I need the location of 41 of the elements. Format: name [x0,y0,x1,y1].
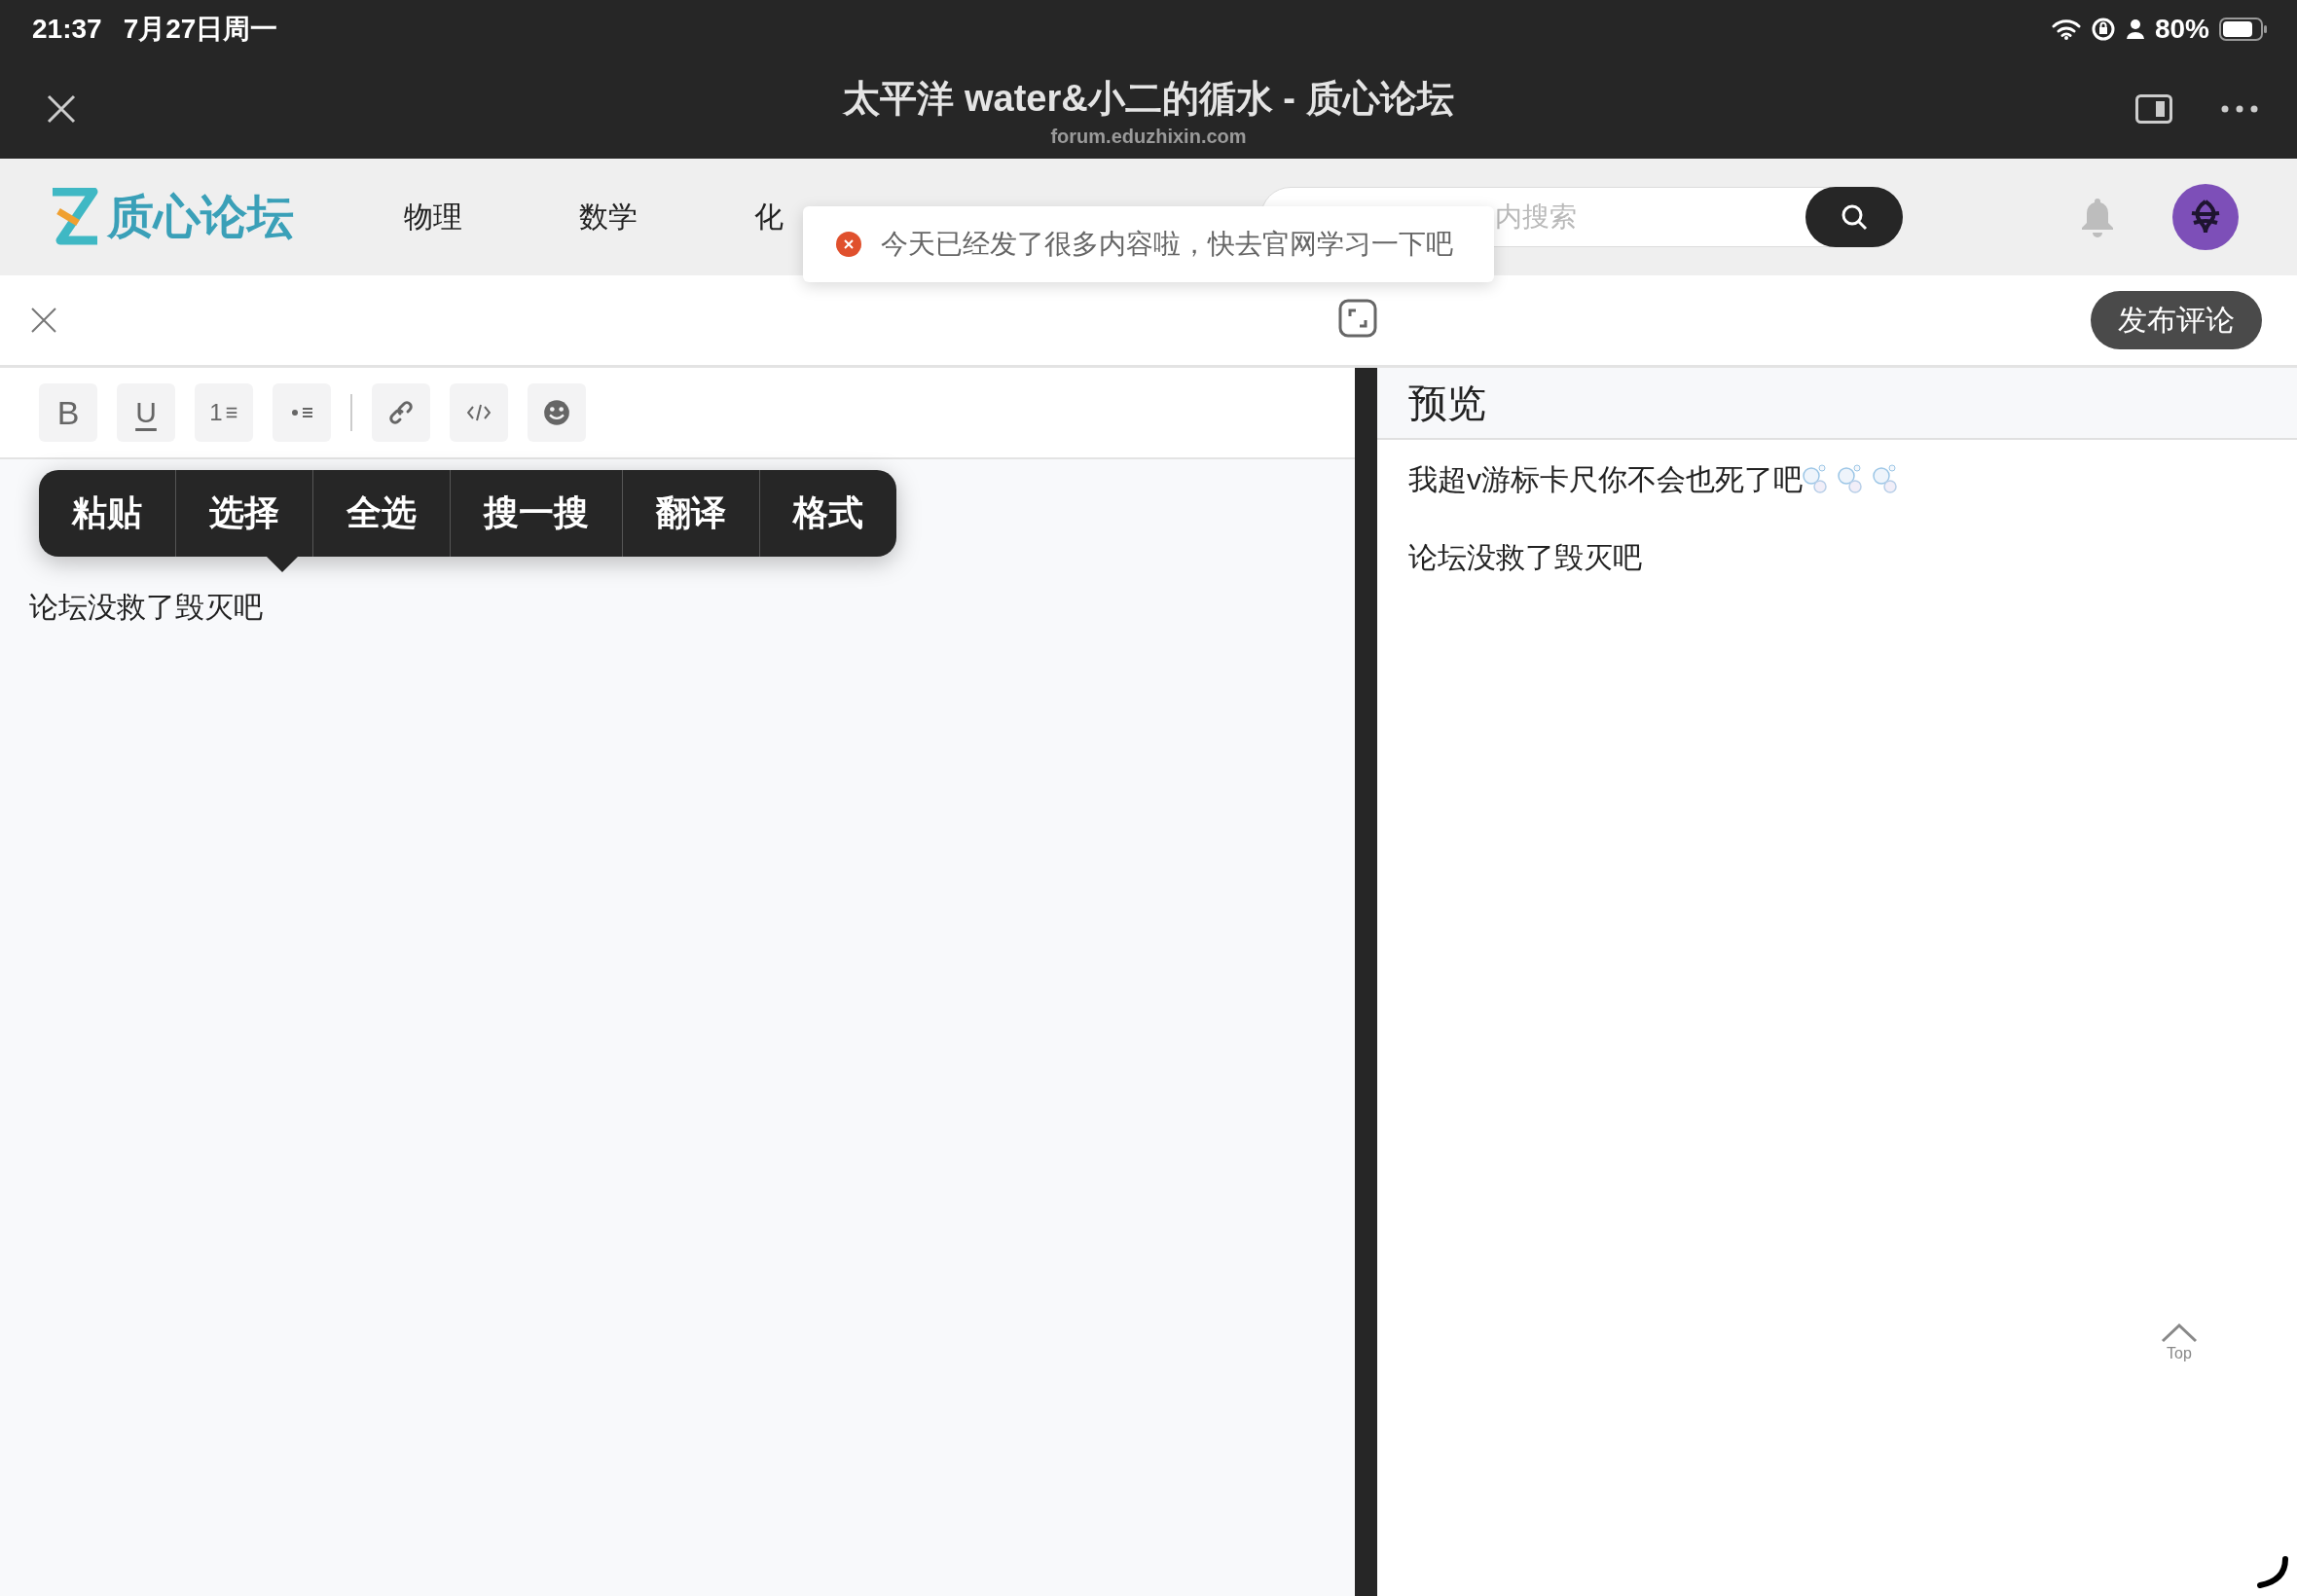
status-time: 21:37 [32,14,102,45]
context-menu-item[interactable]: 格式 [759,470,896,557]
link-button[interactable] [372,383,430,442]
wifi-icon [2051,18,2081,40]
back-to-top-button[interactable]: Top [2161,1324,2198,1362]
emoji-button[interactable] [528,383,586,442]
nav-link[interactable]: 物理 [404,197,579,237]
bold-button[interactable]: B [39,383,97,442]
rotation-lock-icon [2090,17,2116,42]
fullscreen-icon[interactable] [1338,299,1377,338]
battery-icon [2219,18,2268,41]
link-icon [389,401,413,424]
nav-link[interactable]: 数学 [579,197,754,237]
publish-comment-button[interactable]: 发布评论 [2091,291,2262,349]
smiley-icon [543,399,570,426]
context-menu-item[interactable]: 全选 [312,470,450,557]
corner-stroke-icon [2256,1555,2289,1588]
preview-text: 论坛没救了毁灭吧 [1408,539,1642,575]
preview-text: 我超v游标卡尺你不会也死了吧 [1408,461,1803,497]
search-icon [1841,203,1868,231]
code-button[interactable] [450,383,508,442]
close-icon[interactable] [31,308,56,333]
context-menu-item[interactable]: 搜一搜 [450,470,622,557]
bullet-list-button[interactable] [273,383,331,442]
editor-text[interactable]: 论坛没救了毁灭吧 [29,588,1326,628]
status-date: 7月27日周一 [123,13,278,46]
close-icon[interactable] [47,93,76,124]
context-menu-item[interactable]: 粘贴 [39,470,175,557]
context-menu-item[interactable]: 选择 [175,470,312,557]
split-view-icon[interactable] [2135,93,2172,124]
preview-title: 预览 [1377,368,2297,440]
code-icon [467,403,491,422]
person-icon [2125,18,2145,40]
battery-percent: 80% [2154,14,2209,45]
ordered-list-button[interactable]: 1 [195,383,253,442]
context-menu-item[interactable]: 翻译 [622,470,759,557]
page-url: forum.eduzhixin.com [1050,126,1247,148]
underline-button[interactable]: U [117,383,175,442]
page-title: 太平洋 water&小二的循水 - 质心论坛 [843,77,1454,121]
more-icon[interactable] [2221,104,2258,113]
error-icon [836,232,861,257]
